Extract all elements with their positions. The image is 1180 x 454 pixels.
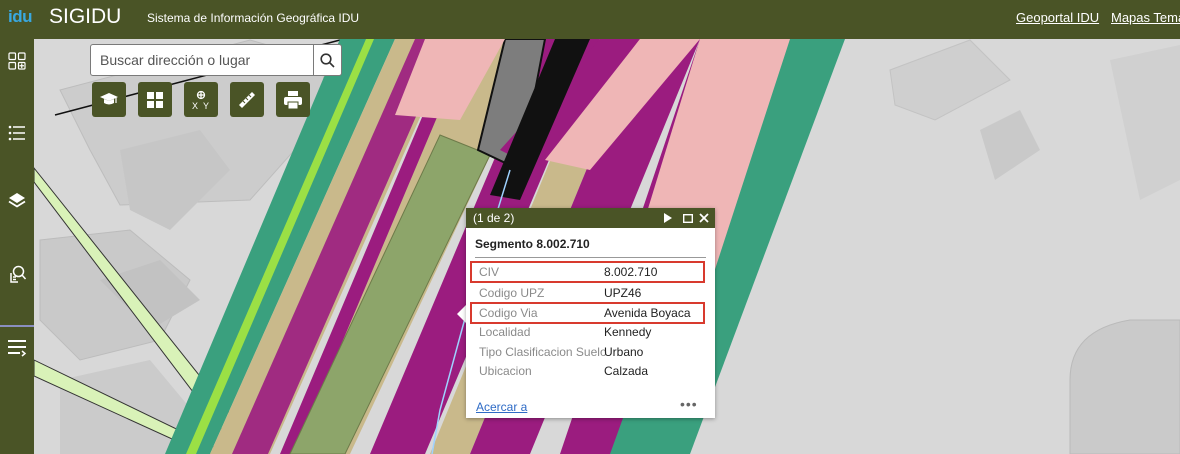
ruler-icon xyxy=(239,91,255,108)
education-tool-button[interactable] xyxy=(92,82,126,117)
legend-button[interactable] xyxy=(0,116,34,150)
play-next-icon xyxy=(664,213,672,223)
attr-value-codigo-upz: UPZ46 xyxy=(604,286,642,300)
layers-icon xyxy=(8,193,26,208)
coordinates-tool-button[interactable]: X Y xyxy=(184,82,218,117)
search-box xyxy=(90,44,342,76)
layers-button[interactable] xyxy=(0,184,34,218)
popup-divider xyxy=(475,257,706,258)
attr-value-codigo-via: Avenida Boyaca xyxy=(604,306,691,320)
search-input[interactable] xyxy=(92,46,314,74)
query-button[interactable] xyxy=(0,257,34,291)
mapas-tematicos-link[interactable]: Mapas Temát xyxy=(1111,10,1180,25)
close-icon xyxy=(699,213,709,223)
graduation-cap-icon xyxy=(100,92,118,104)
attr-label-civ: CIV xyxy=(479,265,500,279)
attr-value-tipo-clasificacion: Urbano xyxy=(604,345,644,359)
grid-icon xyxy=(8,52,26,70)
app-title: SIGIDU xyxy=(49,5,122,28)
popup-header: (1 de 2) xyxy=(466,208,715,228)
zoom-to-link[interactable]: Acercar a xyxy=(476,400,527,414)
menu-button[interactable] xyxy=(0,331,34,365)
attr-value-civ: 8.002.710 xyxy=(604,265,658,279)
app-header: idu SIGIDU Sistema de Información Geográ… xyxy=(0,0,1180,39)
app-subtitle: Sistema de Información Geográfica IDU xyxy=(147,11,360,25)
popup-counter: (1 de 2) xyxy=(473,211,515,225)
svg-text:X: X xyxy=(192,101,198,110)
search-icon xyxy=(320,52,335,68)
attr-label-ubicacion: Ubicacion xyxy=(479,364,532,378)
grid-icon xyxy=(147,91,163,108)
geoportal-link[interactable]: Geoportal IDU xyxy=(1016,10,1099,25)
measure-tool-button[interactable] xyxy=(230,82,264,117)
document-search-icon xyxy=(10,265,26,283)
close-button[interactable] xyxy=(698,211,710,225)
printer-icon xyxy=(284,90,302,109)
attr-value-ubicacion: Calzada xyxy=(604,364,649,378)
more-options-button[interactable]: ••• xyxy=(680,396,698,412)
feature-popup: (1 de 2) Segmento 8.002.710 CIV 8.002.71… xyxy=(466,208,715,418)
search-button[interactable] xyxy=(313,45,341,75)
next-feature-button[interactable] xyxy=(662,211,674,225)
attr-label-tipo-clasificacion: Tipo Clasificacion Suelo xyxy=(479,345,607,359)
widgets-button[interactable] xyxy=(0,44,34,78)
idu-logo[interactable]: idu xyxy=(8,7,33,27)
popup-title: Segmento 8.002.710 xyxy=(475,237,590,251)
xy-coordinates-icon: X Y xyxy=(192,90,209,110)
sidebar xyxy=(0,39,34,454)
attr-label-codigo-upz: Codigo UPZ xyxy=(479,286,545,300)
attr-value-localidad: Kennedy xyxy=(604,325,652,339)
maximize-button[interactable] xyxy=(682,211,694,225)
basemap-tool-button[interactable] xyxy=(138,82,172,117)
print-tool-button[interactable] xyxy=(276,82,310,117)
svg-text:Y: Y xyxy=(203,101,209,110)
attr-label-localidad: Localidad xyxy=(479,325,531,339)
attr-label-codigo-via: Codigo Via xyxy=(479,306,538,320)
list-icon xyxy=(8,125,25,141)
menu-icon xyxy=(8,340,27,357)
maximize-icon xyxy=(683,213,693,223)
civ-highlight xyxy=(470,261,705,283)
sidebar-divider xyxy=(0,325,34,327)
